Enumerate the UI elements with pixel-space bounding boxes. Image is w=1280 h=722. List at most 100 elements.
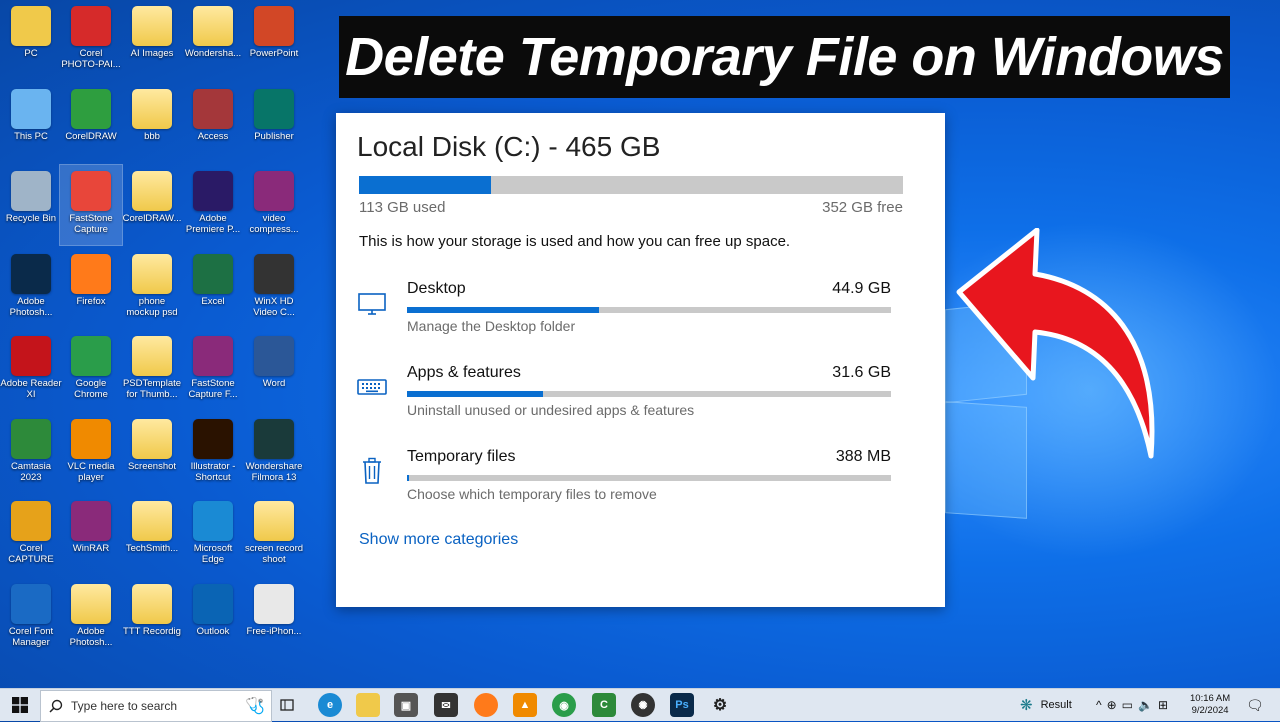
desktop-icon[interactable]: PSDTemplate for Thumb... bbox=[121, 330, 183, 410]
winx-taskbar-icon[interactable]: ✺ bbox=[631, 693, 655, 717]
camtasia-taskbar-icon[interactable]: C bbox=[592, 693, 616, 717]
folder-icon bbox=[132, 6, 172, 46]
firefox-taskbar-icon[interactable] bbox=[474, 693, 498, 717]
winrar-icon bbox=[193, 336, 233, 376]
desktop-icon[interactable]: FastStone Capture bbox=[59, 164, 123, 246]
start-button[interactable] bbox=[0, 689, 40, 721]
settings-taskbar-icon[interactable]: ⚙ bbox=[708, 693, 732, 717]
photoshop-taskbar-icon[interactable]: Ps bbox=[670, 693, 694, 717]
desktop-icon[interactable]: Corel Font Manager bbox=[0, 578, 62, 658]
desktop-icon-label: Outlook bbox=[196, 625, 230, 637]
desktop-icon[interactable]: Microsoft Edge bbox=[182, 495, 244, 575]
category-name: Desktop bbox=[407, 280, 466, 297]
desktop-icon[interactable]: Excel bbox=[182, 248, 244, 328]
desktop-icon[interactable]: screen record shoot bbox=[243, 495, 305, 575]
vlc-icon bbox=[71, 418, 111, 459]
clock-date: 9/2/2024 bbox=[1191, 705, 1229, 716]
desktop-icon[interactable]: PC bbox=[0, 0, 62, 80]
edge-icon bbox=[193, 501, 233, 541]
folder-icon bbox=[71, 583, 111, 624]
desktop-icon[interactable]: Access bbox=[182, 83, 244, 163]
desktop-icon[interactable]: TechSmith... bbox=[121, 495, 183, 575]
category-temporary-files[interactable]: Temporary files 388 MB Choose which temp… bbox=[336, 448, 945, 518]
desktop-icon-label: Corel CAPTURE bbox=[8, 543, 54, 565]
desktop-icon[interactable]: Illustrator - Shortcut bbox=[182, 413, 244, 493]
storage-description: This is how your storage is used and how… bbox=[359, 233, 791, 250]
desktop-icon[interactable]: Adobe Reader XI bbox=[0, 330, 62, 410]
desktop-icon[interactable]: Outlook bbox=[182, 578, 244, 658]
store-taskbar-icon[interactable]: ▣ bbox=[394, 693, 418, 717]
desktop-icon[interactable]: Adobe Premiere P... bbox=[182, 165, 244, 245]
desktop-icon[interactable]: WinX HD Video C... bbox=[243, 248, 305, 328]
powerpoint-icon bbox=[254, 6, 294, 46]
category-size: 31.6 GB bbox=[832, 364, 891, 381]
desktop-icon[interactable]: CorelDRAW... bbox=[121, 165, 183, 245]
desktop-icon[interactable]: Adobe Photosh... bbox=[0, 248, 62, 328]
winrar-icon bbox=[71, 501, 111, 541]
desktop-icon[interactable]: WinRAR bbox=[60, 495, 122, 575]
show-more-categories-link[interactable]: Show more categories bbox=[359, 531, 518, 549]
desktop-icon-label: Corel PHOTO-PAI... bbox=[61, 48, 121, 70]
desktop-icon[interactable]: Wondershare Filmora 13 bbox=[243, 413, 305, 493]
folder-icon bbox=[132, 418, 172, 459]
banner-title: Delete Temporary File on Windows bbox=[345, 27, 1224, 87]
desktop-icon[interactable]: PowerPoint bbox=[243, 0, 305, 80]
desktop-icon[interactable]: Adobe Photosh... bbox=[60, 578, 122, 658]
category-bar bbox=[407, 391, 891, 397]
desktop-icon-label: TTT Recordig bbox=[123, 625, 181, 637]
category-apps-features[interactable]: Apps & features 31.6 GB Uninstall unused… bbox=[336, 364, 945, 434]
vlc-taskbar-icon[interactable]: ▲ bbox=[513, 693, 537, 717]
desktop-icon[interactable]: AI Images bbox=[121, 0, 183, 80]
disk-title: Local Disk (C:) - 465 GB bbox=[357, 131, 661, 162]
photoshop-icon bbox=[11, 253, 51, 294]
red-curved-arrow-icon bbox=[956, 228, 1155, 459]
taskbar-search-box[interactable]: Type here to search 🩺 bbox=[40, 690, 272, 722]
desktop-icon[interactable]: phone mockup psd bbox=[121, 248, 183, 328]
disk-usage-bar bbox=[359, 176, 903, 194]
desktop-icon[interactable]: Corel PHOTO-PAI... bbox=[60, 0, 122, 80]
desktop-icon[interactable]: Free-iPhon... bbox=[243, 578, 305, 658]
weather-widget[interactable]: ❋ Result bbox=[1020, 689, 1072, 721]
desktop-icon-label: Adobe Premiere P... bbox=[185, 213, 241, 235]
desktop-icon[interactable]: Publisher bbox=[243, 83, 305, 163]
desktop-icon-label: CorelDRAW bbox=[65, 130, 117, 142]
desktop-icon-label: Excel bbox=[201, 295, 225, 307]
winrar-icon bbox=[254, 171, 294, 211]
desktop-icon[interactable]: Recycle Bin bbox=[0, 165, 62, 245]
trash-icon bbox=[363, 457, 381, 484]
folder-icon bbox=[132, 88, 172, 129]
desktop-icon[interactable]: This PC bbox=[0, 83, 62, 163]
chrome-taskbar-icon[interactable]: ◉ bbox=[552, 693, 576, 717]
category-subtitle: Uninstall unused or undesired apps & fea… bbox=[407, 402, 695, 418]
computer-icon bbox=[11, 88, 51, 129]
category-bar-fill bbox=[407, 475, 409, 481]
desktop-icon-label: CorelDRAW... bbox=[122, 213, 182, 224]
desktop-icon[interactable]: CorelDRAW bbox=[60, 83, 122, 163]
desktop-icon-label: phone mockup psd bbox=[126, 295, 178, 318]
desktop-icon-label: PC bbox=[24, 48, 38, 59]
category-desktop[interactable]: Desktop 44.9 GB Manage the Desktop folde… bbox=[336, 280, 945, 350]
desktop-icon[interactable]: video compress... bbox=[243, 165, 305, 245]
notification-center-icon[interactable]: 🗨 bbox=[1246, 689, 1264, 721]
desktop-icon[interactable]: Google Chrome bbox=[60, 330, 122, 410]
access-icon bbox=[193, 88, 233, 129]
edge-taskbar-icon[interactable]: e bbox=[318, 693, 342, 717]
desktop-icon[interactable]: Firefox bbox=[60, 248, 122, 328]
desktop-icon[interactable]: bbb bbox=[121, 83, 183, 163]
clock[interactable]: 10:16 AM 9/2/2024 bbox=[1190, 691, 1230, 719]
chrome-icon bbox=[71, 336, 111, 376]
desktop-icon[interactable]: Screenshot bbox=[121, 413, 183, 493]
desktop-icon[interactable]: Wondersha... bbox=[182, 0, 244, 80]
desktop-icon[interactable]: FastStone Capture F... bbox=[182, 330, 244, 410]
mail-taskbar-icon[interactable]: ✉ bbox=[434, 693, 458, 717]
desktop-icon[interactable]: TTT Recordig bbox=[121, 578, 183, 658]
folder-icon bbox=[132, 171, 172, 211]
task-view-button[interactable] bbox=[275, 689, 299, 721]
system-tray-icons[interactable]: ^⊕▭🔈⊞ bbox=[1096, 689, 1173, 721]
desktop-icon[interactable]: Corel CAPTURE bbox=[0, 495, 62, 575]
desktop-icon[interactable]: VLC media player bbox=[60, 413, 122, 493]
desktop-icon[interactable]: Word bbox=[243, 330, 305, 410]
desktop-icon[interactable]: Camtasia 2023 bbox=[0, 413, 62, 493]
file-explorer-taskbar-icon[interactable] bbox=[356, 693, 380, 717]
firefox-icon bbox=[71, 253, 111, 294]
